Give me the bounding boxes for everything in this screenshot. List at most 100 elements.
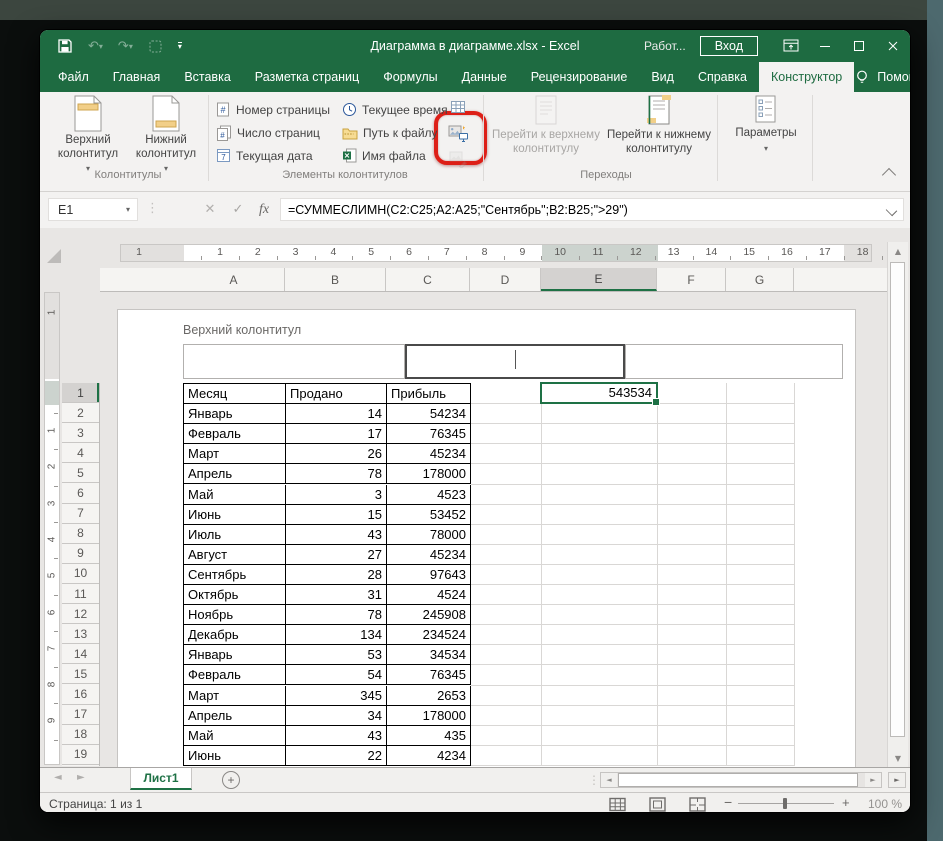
ribbon-tab[interactable]: Справка bbox=[686, 62, 759, 92]
formula-bar-splitter[interactable]: ⋮ bbox=[146, 200, 159, 216]
goto-header-button[interactable]: Перейти к верхнему колонтитулу bbox=[492, 95, 600, 167]
scroll-down-icon[interactable]: ▼ bbox=[888, 749, 908, 767]
row-header[interactable]: 12 bbox=[62, 604, 99, 625]
table-cell[interactable]: Октябрь bbox=[184, 585, 286, 606]
table-cell[interactable]: Апрель bbox=[184, 705, 286, 726]
table-cell[interactable]: Июнь bbox=[184, 745, 286, 766]
table-cell[interactable]: Июнь bbox=[184, 504, 286, 525]
insert-function-icon[interactable]: fx bbox=[252, 198, 276, 221]
table-cell[interactable]: 234524 bbox=[387, 625, 471, 646]
table-cell[interactable]: 34 bbox=[286, 705, 387, 726]
table-cell[interactable]: 4523 bbox=[387, 484, 471, 505]
customize-qat-icon[interactable]: ▾ bbox=[177, 42, 182, 51]
row-header[interactable]: 18 bbox=[62, 725, 99, 745]
cancel-icon[interactable]: ✕ bbox=[198, 198, 222, 221]
table-cell[interactable]: Декабрь bbox=[184, 625, 286, 646]
table-cell[interactable]: 2653 bbox=[387, 685, 471, 706]
table-cell[interactable]: 78000 bbox=[387, 524, 471, 545]
new-sheet-icon[interactable]: + bbox=[222, 771, 240, 789]
table-cell[interactable]: Февраль bbox=[184, 424, 286, 445]
row-header[interactable]: 8 bbox=[62, 524, 99, 544]
table-cell[interactable]: 53 bbox=[286, 645, 387, 666]
table-cell[interactable]: 245908 bbox=[387, 605, 471, 626]
table-cell[interactable]: Июль bbox=[184, 524, 286, 545]
table-cell[interactable]: 345 bbox=[286, 685, 387, 706]
account-name[interactable]: Работ... bbox=[644, 39, 686, 53]
ribbon-icon-button[interactable] bbox=[444, 121, 472, 145]
column-header[interactable]: B bbox=[285, 268, 386, 291]
table-cell[interactable]: Январь bbox=[184, 404, 286, 425]
ribbon-tab[interactable]: Формулы bbox=[371, 62, 449, 92]
horizontal-scrollbar[interactable]: ◄ ► bbox=[600, 772, 882, 788]
row-header[interactable]: 16 bbox=[62, 685, 99, 705]
table-cell[interactable]: 45234 bbox=[387, 444, 471, 465]
save-icon[interactable] bbox=[57, 38, 73, 54]
row-header[interactable]: 10 bbox=[62, 564, 99, 584]
sheet-nav-right-icon[interactable]: ► bbox=[77, 772, 85, 783]
row-header[interactable]: 3 bbox=[62, 423, 99, 444]
row-header[interactable]: 9 bbox=[62, 544, 99, 564]
sheet-tab[interactable]: Лист1 bbox=[130, 768, 192, 790]
ribbon-tab[interactable]: Вставка bbox=[172, 62, 242, 92]
enter-icon[interactable]: ✓ bbox=[226, 198, 250, 221]
table-cell[interactable]: Январь bbox=[184, 645, 286, 666]
maximize-button[interactable] bbox=[842, 30, 876, 62]
close-button[interactable] bbox=[876, 30, 910, 62]
horizontal-scroll-thumb[interactable] bbox=[618, 773, 858, 787]
row-header[interactable]: 1 bbox=[62, 383, 99, 404]
row-header[interactable]: 17 bbox=[62, 705, 99, 725]
ribbon-button[interactable]: # Номер страницы bbox=[216, 99, 330, 120]
table-cell[interactable]: Продано bbox=[286, 384, 387, 405]
page-layout-view-icon[interactable] bbox=[646, 796, 668, 812]
ribbon-button[interactable]: Имя файла bbox=[342, 145, 426, 166]
tell-me-label[interactable]: Помощн bbox=[877, 70, 910, 84]
table-cell[interactable]: 53452 bbox=[387, 504, 471, 525]
table-cell[interactable]: 76345 bbox=[387, 665, 471, 686]
row-header[interactable]: 6 bbox=[62, 484, 99, 504]
header-button[interactable]: Верхний колонтитул ▾ bbox=[50, 95, 126, 173]
table-cell[interactable]: Ноябрь bbox=[184, 605, 286, 626]
table-cell[interactable]: 14 bbox=[286, 404, 387, 425]
column-header[interactable]: E bbox=[541, 268, 657, 291]
zoom-slider-thumb[interactable] bbox=[783, 798, 787, 809]
ribbon-button[interactable]: Текущее время bbox=[342, 99, 448, 120]
table-cell[interactable]: 22 bbox=[286, 745, 387, 766]
table-cell[interactable]: 27 bbox=[286, 544, 387, 565]
table-cell[interactable]: 3 bbox=[286, 484, 387, 505]
collapse-ribbon-icon[interactable] bbox=[881, 167, 897, 183]
ribbon-button[interactable]: 7 Текущая дата bbox=[216, 145, 313, 166]
scroll-left-icon[interactable]: ◄ bbox=[601, 773, 617, 787]
vertical-scroll-thumb[interactable] bbox=[890, 262, 905, 737]
ribbon-icon-button[interactable] bbox=[444, 95, 472, 119]
table-cell[interactable]: 76345 bbox=[387, 424, 471, 445]
table-cell[interactable]: Апрель bbox=[184, 464, 286, 485]
name-box[interactable]: E1 ▾ bbox=[48, 198, 138, 221]
formula-input[interactable]: =СУММЕСЛИМН(C2:C25;A2:A25;"Сентябрь";B2:… bbox=[280, 198, 904, 221]
ribbon-display-options-button[interactable] bbox=[774, 30, 808, 62]
table-cell[interactable]: 34534 bbox=[387, 645, 471, 666]
table-cell[interactable]: Месяц bbox=[184, 384, 286, 405]
row-header[interactable]: 5 bbox=[62, 463, 99, 484]
row-header[interactable]: 19 bbox=[62, 745, 99, 765]
ribbon-tab[interactable]: Файл bbox=[46, 62, 101, 92]
footer-button[interactable]: Нижний колонтитул ▾ bbox=[128, 95, 204, 173]
table-cell[interactable]: Август bbox=[184, 544, 286, 565]
column-header[interactable]: G bbox=[726, 268, 794, 291]
options-button[interactable]: Параметры ▾ bbox=[728, 95, 804, 167]
table-cell[interactable]: 178000 bbox=[387, 464, 471, 485]
table-cell[interactable]: 97643 bbox=[387, 564, 471, 585]
table-cell[interactable]: Март bbox=[184, 444, 286, 465]
name-box-arrow-icon[interactable]: ▾ bbox=[126, 205, 130, 214]
scroll-right-icon[interactable]: ► bbox=[865, 773, 881, 787]
table-cell[interactable]: 15 bbox=[286, 504, 387, 525]
sign-in-button[interactable]: Вход bbox=[699, 36, 758, 56]
table-cell[interactable]: Май bbox=[184, 484, 286, 505]
table-cell[interactable]: 134 bbox=[286, 625, 387, 646]
ribbon-tab[interactable]: Конструктор bbox=[758, 62, 855, 92]
table-cell[interactable]: 78 bbox=[286, 605, 387, 626]
table-cell[interactable]: 4524 bbox=[387, 585, 471, 606]
column-header[interactable]: D bbox=[470, 268, 541, 291]
table-cell[interactable]: Май bbox=[184, 725, 286, 746]
vertical-scrollbar[interactable]: ▲ ▼ bbox=[887, 242, 908, 767]
zoom-out-icon[interactable]: − bbox=[724, 794, 732, 810]
